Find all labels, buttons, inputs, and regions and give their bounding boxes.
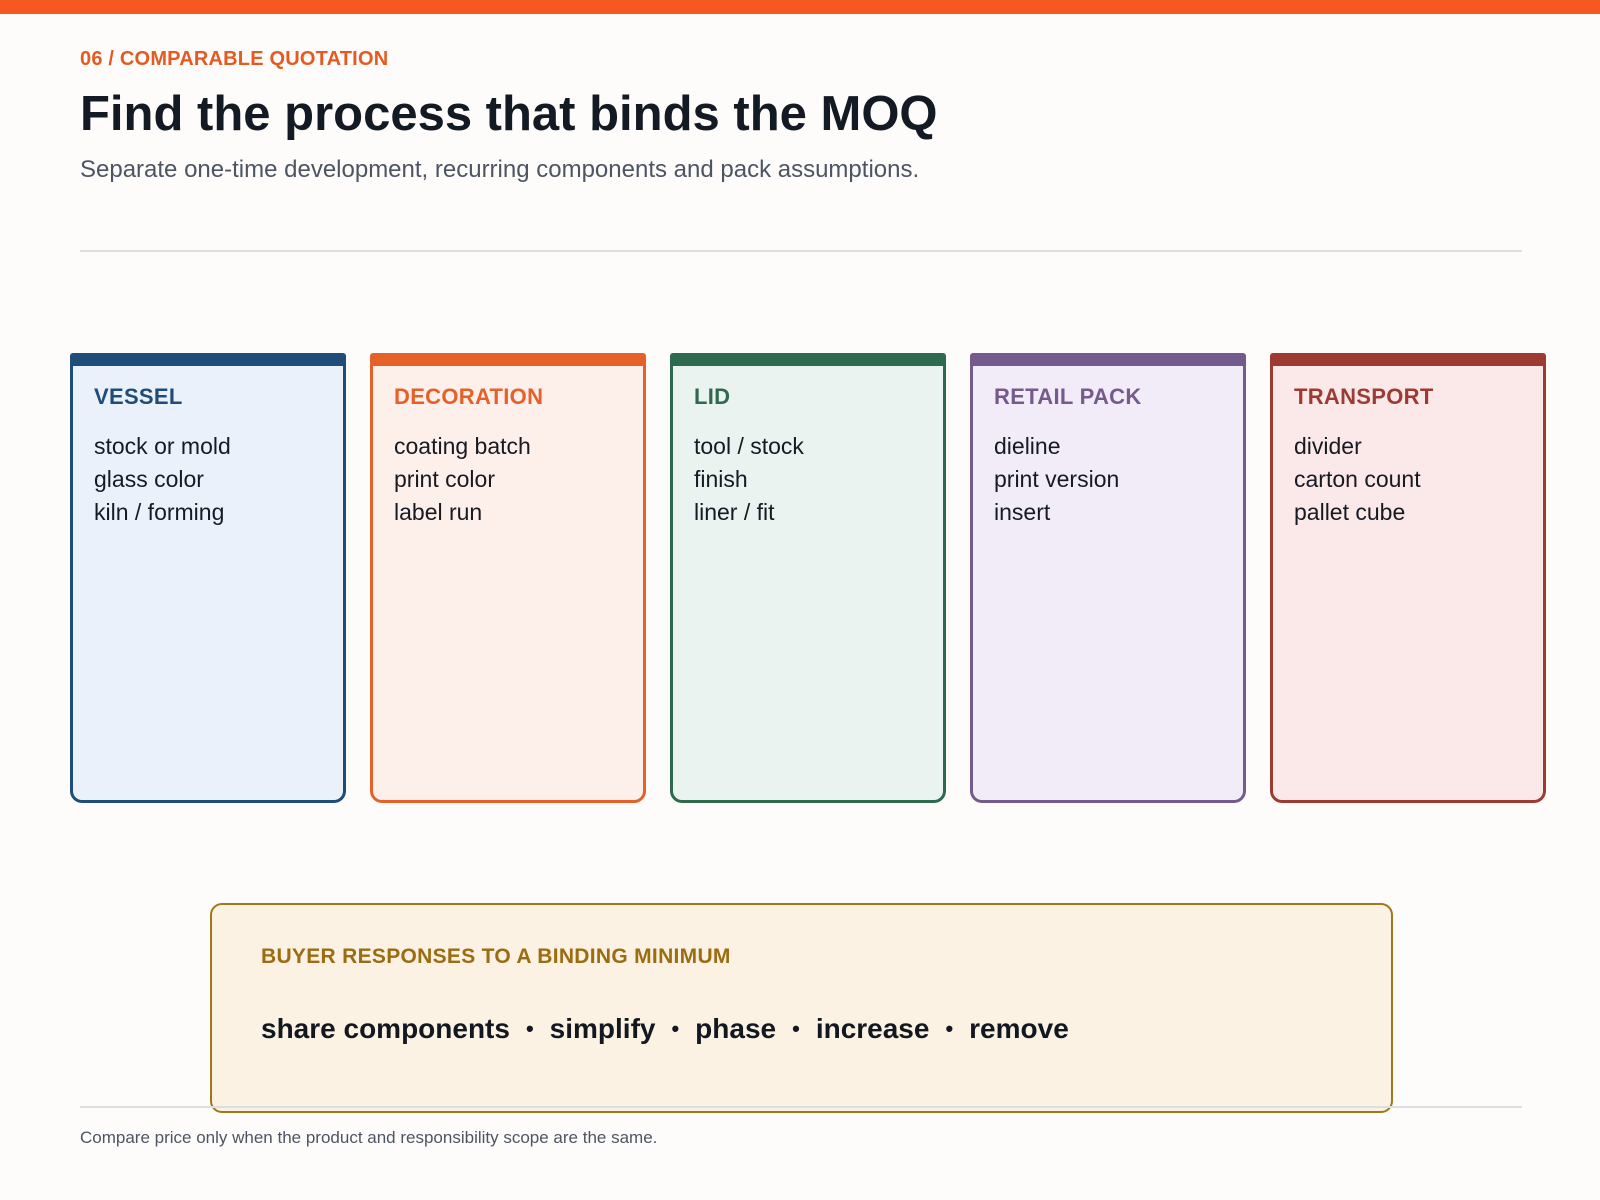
card-item-list: coating batch print color label run xyxy=(394,430,643,529)
option-remove: remove xyxy=(969,1013,1069,1044)
card-vessel: VESSEL stock or mold glass color kiln / … xyxy=(70,353,346,803)
section-kicker: 06 / COMPARABLE QUOTATION xyxy=(80,48,389,70)
option-increase: increase xyxy=(815,1013,930,1044)
page-title: Find the process that binds the MOQ xyxy=(80,87,938,141)
callout-options: share components • simplify • phase • in… xyxy=(261,1013,1069,1045)
card-item: carton count xyxy=(1294,466,1421,492)
card-item: pallet cube xyxy=(1294,499,1406,525)
card-item: dieline xyxy=(994,433,1061,459)
card-item-list: stock or mold glass color kiln / forming xyxy=(94,430,343,529)
footer-divider xyxy=(80,1106,1522,1108)
card-item: glass color xyxy=(94,466,204,492)
buyer-responses-callout: BUYER RESPONSES TO A BINDING MINIMUM sha… xyxy=(210,903,1393,1113)
card-retail-pack: RETAIL PACK dieline print version insert xyxy=(970,353,1246,803)
top-accent-bar xyxy=(0,0,1600,14)
bullet-separator: • xyxy=(792,1016,800,1041)
header-divider xyxy=(80,250,1522,252)
card-item: insert xyxy=(994,499,1051,525)
card-title: TRANSPORT xyxy=(1294,384,1434,409)
option-simplify: simplify xyxy=(549,1013,656,1044)
bullet-separator: • xyxy=(671,1016,680,1041)
card-item: tool / stock xyxy=(694,433,804,459)
option-phase: phase xyxy=(695,1013,777,1044)
card-decoration: DECORATION coating batch print color lab… xyxy=(370,353,646,803)
bullet-separator: • xyxy=(525,1016,534,1041)
card-lid: LID tool / stock finish liner / fit xyxy=(670,353,946,803)
card-item: stock or mold xyxy=(94,433,231,459)
page-subtitle: Separate one-time development, recurring… xyxy=(80,156,920,183)
option-share-components: share components xyxy=(261,1013,510,1044)
card-transport: TRANSPORT divider carton count pallet cu… xyxy=(1270,353,1546,803)
card-title: DECORATION xyxy=(394,384,544,409)
card-item: divider xyxy=(1294,433,1362,459)
card-item-list: divider carton count pallet cube xyxy=(1294,430,1543,529)
process-cards: VESSEL stock or mold glass color kiln / … xyxy=(70,353,1548,803)
bullet-separator: • xyxy=(945,1016,954,1041)
card-item-list: dieline print version insert xyxy=(994,430,1243,529)
card-title: RETAIL PACK xyxy=(994,384,1142,409)
card-item: print version xyxy=(994,466,1120,492)
card-title: VESSEL xyxy=(94,384,183,409)
card-item: coating batch xyxy=(394,433,531,459)
callout-title: BUYER RESPONSES TO A BINDING MINIMUM xyxy=(261,945,731,968)
card-item-list: tool / stock finish liner / fit xyxy=(694,430,943,529)
card-item: label run xyxy=(394,499,483,525)
card-item: kiln / forming xyxy=(94,499,225,525)
card-title: LID xyxy=(694,384,731,409)
card-item: liner / fit xyxy=(694,499,775,525)
card-item: finish xyxy=(694,466,748,492)
card-item: print color xyxy=(394,466,495,492)
footnote: Compare price only when the product and … xyxy=(80,1128,658,1147)
